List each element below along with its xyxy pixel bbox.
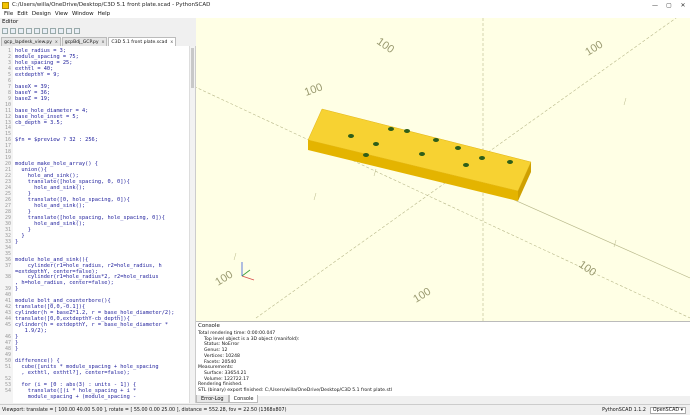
plate-model (307, 108, 532, 201)
editor-panel-label: Editor (0, 18, 195, 26)
axis-gizmo (241, 262, 255, 281)
line-number: 51 (4, 363, 11, 370)
axis-label: 100 (303, 81, 324, 99)
code-line: baseZ = 19; (15, 95, 51, 102)
console-label: Console (198, 323, 220, 329)
hole (507, 160, 513, 164)
tab-gcp-lapdesk-view[interactable]: gcp_lapdesk_view.py x (1, 37, 61, 46)
gizmo-y-axis (241, 269, 251, 277)
menu-design[interactable]: Design (32, 11, 51, 17)
line-number-gutter: 1 2 3 4 5 6 7 8 9 10 11 12 13 14 15 16 17 18 19 20 21 22 23 24 2… (0, 46, 13, 403)
tab-gcpbdj-gcp[interactable]: gcpBdj_GCP.py x (61, 37, 108, 46)
hole (463, 163, 469, 167)
undo-icon[interactable] (26, 27, 32, 34)
hole (455, 146, 461, 150)
tab-error-log[interactable]: Error-Log (196, 395, 229, 403)
redo-icon[interactable] (34, 27, 40, 34)
code-line: } (15, 286, 19, 293)
menu-bar: File Edit Design View Window Help (0, 10, 690, 18)
editor-scrollbar[interactable] (189, 46, 195, 403)
console-line: STL (binary) export finished: C:/Users/w… (198, 388, 392, 394)
axis-label: 100 (411, 286, 433, 306)
open-file-icon[interactable] (10, 27, 16, 34)
close-window-button[interactable]: ✕ (676, 2, 690, 9)
window-title: C:/Users/willa/OneDrive/Desktop/C3D 5.1 … (12, 2, 211, 8)
language-selector[interactable]: OpenSCAD ▾ (649, 406, 686, 414)
title-bar: C:/Users/willa/OneDrive/Desktop/C3D 5.1 … (0, 0, 690, 10)
hole (479, 156, 485, 160)
code-line: extdepthY = 9; (15, 71, 60, 78)
axis-label: 100 (576, 259, 598, 279)
indent-icon[interactable] (50, 27, 56, 34)
editor-tabs: gcp_lapdesk_view.py x gcpBdj_GCP.py x C3… (0, 36, 195, 46)
app-icon (2, 1, 9, 9)
scrollbar-thumb[interactable] (191, 48, 194, 88)
axis-label: 100 (583, 39, 605, 59)
code-line: module_spacing + (module_spacing - (15, 393, 137, 400)
save-icon[interactable] (18, 27, 24, 34)
tab-front-plate-scad[interactable]: C3D 5.1 front plate.scad x (108, 37, 177, 46)
render-icon[interactable] (66, 27, 72, 34)
line-number: 54 (4, 387, 11, 394)
line-number: 45 (4, 322, 11, 329)
minimize-button[interactable]: — (648, 2, 662, 9)
axis-label: 100 (374, 36, 396, 56)
menu-view[interactable]: View (55, 11, 68, 17)
code-line: , exthtl, exthtl?], center=false); (15, 369, 130, 376)
new-file-icon[interactable] (2, 27, 8, 34)
unindent-icon[interactable] (42, 27, 48, 34)
menu-help[interactable]: Help (98, 11, 111, 17)
gizmo-x-axis (241, 275, 255, 281)
code-line: } (15, 238, 19, 245)
menu-edit[interactable]: Edit (17, 11, 28, 17)
console-tabs: Error-Log Console (196, 395, 690, 403)
hole (388, 127, 394, 131)
version-label: PythonSCAD 1.1.2 (602, 407, 646, 413)
axis-label: 100 (213, 269, 235, 289)
maximize-button[interactable]: ▢ (662, 2, 676, 9)
3d-viewport[interactable]: 100 100 100 100 100 100 (196, 18, 690, 321)
viewport-status: Viewport: translate = [ 100.00 40.00 5.0… (2, 407, 287, 413)
code-editor[interactable]: 1 2 3 4 5 6 7 8 9 10 11 12 13 14 15 16 17 18 19 20 21 22 23 24 2… (0, 46, 196, 403)
console-output[interactable]: Total rendering time: 0:00:00.047 Top lev… (198, 331, 392, 394)
menu-window[interactable]: Window (72, 11, 94, 17)
tab-console[interactable]: Console (228, 395, 259, 403)
code-line: cb_depth = 3.5; (15, 119, 63, 126)
line-number: 37 (4, 262, 11, 269)
menu-file[interactable]: File (4, 11, 13, 17)
hole (404, 129, 410, 133)
hole (348, 134, 354, 138)
hole (363, 153, 369, 157)
hole (433, 138, 439, 142)
line-number: 38 (4, 274, 11, 281)
viewport-canvas: 100 100 100 100 100 100 (196, 18, 690, 321)
code-line: $fn = $preview ? 32 : 256; (15, 137, 98, 144)
preview-icon[interactable] (58, 27, 64, 34)
status-bar: Viewport: translate = [ 100.00 40.00 5.0… (0, 404, 690, 415)
console-panel: Console Total rendering time: 0:00:00.04… (196, 321, 690, 396)
export-icon[interactable] (74, 27, 80, 34)
editor-toolbar (0, 26, 195, 35)
code-line: 1.9/2); (15, 328, 47, 335)
code-line: } (15, 346, 19, 352)
code-line: , h=hole_radius, center=false); (15, 280, 114, 287)
hole (373, 142, 379, 146)
hole (419, 152, 425, 156)
axis-line-diagonal (196, 87, 690, 319)
